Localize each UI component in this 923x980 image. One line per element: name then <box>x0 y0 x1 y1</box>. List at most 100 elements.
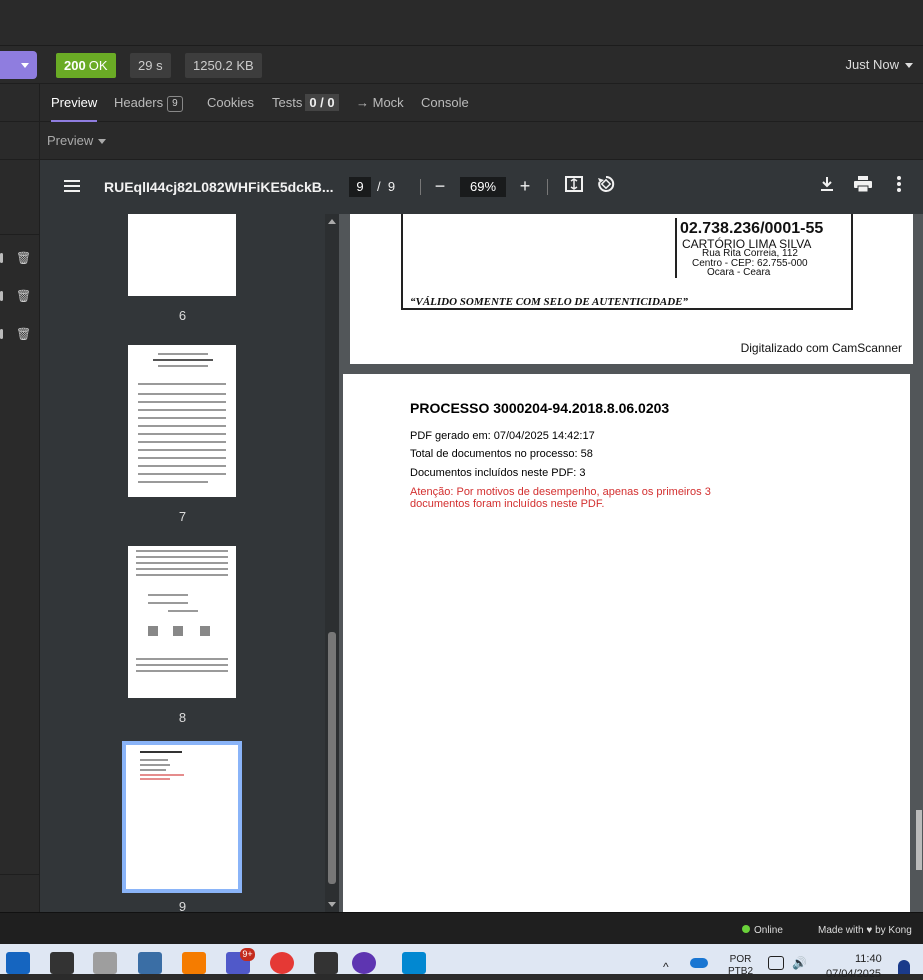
tab-label: Console <box>421 95 469 110</box>
response-size: 1250.2 KB <box>185 53 262 78</box>
clock-date[interactable]: 07/04/2025 <box>826 968 881 980</box>
stamp-cnpj: 02.738.236/0001-55 <box>680 220 824 237</box>
tab-headers[interactable]: Headers 9 <box>114 84 183 122</box>
print-icon[interactable] <box>852 175 874 197</box>
chevron-down-icon[interactable] <box>21 63 29 68</box>
page-separator: / <box>377 179 381 194</box>
zoom-out-icon[interactable]: − <box>429 175 451 197</box>
thumbnail-label: 7 <box>178 509 187 524</box>
tab-tests[interactable]: Tests 0 / 0 <box>272 84 339 122</box>
pdf-viewer: 02.738.236/0001-55 CARTÓRIO LIMA SILVA R… <box>339 214 923 912</box>
status-code: 200 <box>64 58 86 73</box>
notification-badge: 9+ <box>240 948 255 961</box>
status-text: OK <box>88 58 108 73</box>
preview-mode-label: Preview <box>47 133 94 148</box>
chevron-up-icon[interactable]: ^ <box>663 960 669 974</box>
app-icon[interactable] <box>93 952 117 974</box>
insomnia-icon[interactable] <box>352 952 376 974</box>
chrome-icon[interactable] <box>270 952 294 974</box>
tests-score: 0 / 0 <box>305 94 339 111</box>
page-count: 9 <box>387 179 396 194</box>
pdf-page-8: 02.738.236/0001-55 CARTÓRIO LIMA SILVA R… <box>350 214 913 364</box>
language-indicator[interactable]: POR PTB2 <box>728 954 753 978</box>
pdf-page-9: PROCESSO 3000204-94.2018.8.06.0203 PDF g… <box>343 374 910 912</box>
tab-cookies[interactable]: Cookies <box>207 84 254 122</box>
divider <box>420 179 421 195</box>
app-footer: Online Made with ♥ by Kong <box>0 912 923 944</box>
volume-icon[interactable]: 🔊 <box>792 956 808 970</box>
checkbox[interactable] <box>0 329 3 339</box>
page-total: / 9 <box>377 179 395 194</box>
thumbnail-sidebar: 6 7 8 9 <box>40 214 325 912</box>
preview-mode-dropdown[interactable]: Preview <box>47 133 107 148</box>
zoom-in-icon[interactable]: + <box>514 175 536 197</box>
checkbox[interactable] <box>0 291 3 301</box>
app-icon[interactable] <box>402 952 426 974</box>
thumbnail-page-6[interactable] <box>128 214 236 296</box>
app-icon[interactable] <box>182 952 206 974</box>
more-options-icon[interactable] <box>888 175 910 197</box>
clock-time[interactable]: 11:40 <box>855 953 882 965</box>
total-documents: Total de documentos no processo: 58 <box>410 448 593 460</box>
generated-date: PDF gerado em: 07/04/2025 14:42:17 <box>410 430 595 442</box>
validity-note: “VÁLIDO SOMENTE COM SELO DE AUTENTICIDAD… <box>410 296 689 308</box>
scrollbar-thumb[interactable] <box>328 632 336 884</box>
scroll-down-icon[interactable] <box>328 902 336 907</box>
send-button[interactable] <box>0 51 37 79</box>
trash-icon[interactable]: 🗑 <box>16 289 31 303</box>
thumbnail-page-9-selected[interactable] <box>122 741 242 893</box>
trash-icon[interactable]: 🗑 <box>16 327 31 341</box>
thumbnail-page-8[interactable] <box>128 546 236 698</box>
rotate-icon[interactable] <box>595 175 617 197</box>
tab-mock[interactable]: → Mock <box>356 84 404 122</box>
chevron-down-icon <box>905 63 913 69</box>
trash-icon[interactable]: 🗑 <box>16 251 31 265</box>
app-icon[interactable] <box>50 952 74 974</box>
app-icon[interactable] <box>314 952 338 974</box>
timestamp-label: Just Now <box>845 57 899 72</box>
tab-preview[interactable]: Preview <box>51 84 98 122</box>
performance-warning: Atenção: Por motivos de desempenho, apen… <box>410 486 711 510</box>
fit-page-icon[interactable] <box>563 175 585 197</box>
thumbnail-scrollbar[interactable] <box>325 214 339 912</box>
online-status: Online <box>754 925 783 936</box>
tab-label: Cookies <box>207 95 254 110</box>
tab-console[interactable]: Console <box>421 84 469 122</box>
count-badge: 9 <box>167 96 183 112</box>
scanner-watermark: Digitalizado com CamScanner <box>740 341 902 355</box>
zoom-input[interactable]: 69% <box>460 177 506 197</box>
history-dropdown[interactable]: Just Now <box>846 57 913 72</box>
app-icon[interactable] <box>6 952 30 974</box>
divider <box>547 179 548 195</box>
divider <box>0 159 40 160</box>
divider <box>0 234 40 235</box>
network-icon[interactable] <box>768 956 784 970</box>
tab-label: Preview <box>51 95 98 110</box>
checkbox[interactable] <box>0 253 3 263</box>
scroll-up-icon[interactable] <box>328 219 336 224</box>
pdf-filename: RUEqlI44cj82L082WHFiKE5dckB... <box>104 179 334 195</box>
preview-mode-bar: Preview <box>40 122 923 160</box>
menu-icon[interactable] <box>64 180 80 192</box>
request-pane: 🗑 🗑 🗑 <box>0 84 40 912</box>
stamp-city: Ocara - Ceara <box>707 267 771 278</box>
download-icon[interactable] <box>816 175 838 197</box>
thumbnail-label: 9 <box>178 899 187 912</box>
tab-label: Tests <box>272 95 303 110</box>
divider <box>0 121 40 122</box>
response-tabs: Preview Headers 9 Cookies Tests 0 / 0 → Mo… <box>40 84 923 122</box>
viewer-scrollbar[interactable] <box>915 214 923 912</box>
language-code: POR <box>729 954 752 965</box>
app-icon[interactable] <box>138 952 162 974</box>
page-number-input[interactable]: 9 <box>349 177 371 197</box>
onedrive-icon[interactable] <box>690 958 708 968</box>
thumbnail-page-7[interactable] <box>128 345 236 497</box>
tab-label: Headers <box>114 95 164 110</box>
made-with-kong[interactable]: Made with ♥ by Kong <box>818 925 912 936</box>
scrollbar-thumb[interactable] <box>916 810 922 870</box>
url-bar-area <box>0 0 923 46</box>
notification-bell-icon[interactable] <box>898 960 910 974</box>
chevron-down-icon <box>98 139 107 145</box>
thumbnail-label: 8 <box>178 710 187 725</box>
tab-label: → Mock <box>356 95 404 110</box>
